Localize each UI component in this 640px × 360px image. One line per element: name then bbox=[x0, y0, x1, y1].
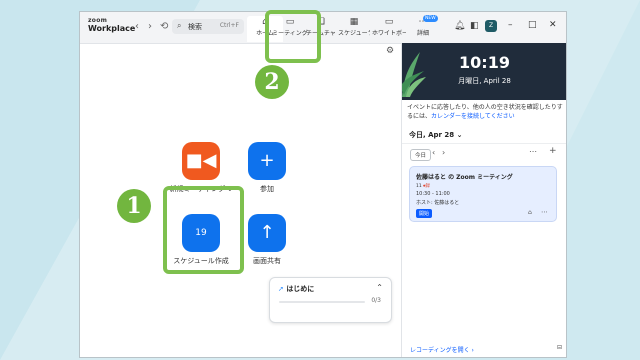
progress-count: 0/3 bbox=[371, 297, 381, 304]
meeting-more-icon[interactable]: ⋯ bbox=[541, 208, 548, 216]
search-input[interactable]: ⌕ 検索 Ctrl+F bbox=[172, 19, 244, 34]
forward-button[interactable]: › bbox=[148, 21, 152, 32]
getting-started-title: はじめに bbox=[286, 285, 315, 293]
start-meeting-button[interactable]: 開始 bbox=[416, 209, 433, 218]
date-header[interactable]: 今日, Apr 28 ⌄ bbox=[409, 130, 462, 140]
title-bar: zoom Workplace ‹ › ⟲ ⌕ 検索 Ctrl+F ⌂ ホーム ▭… bbox=[80, 12, 566, 44]
today-button[interactable]: 今日 bbox=[410, 149, 432, 161]
step-1-marker: 1 bbox=[117, 189, 151, 223]
divider bbox=[402, 143, 566, 144]
meeting-time: 10:30 - 11:00 bbox=[416, 191, 450, 197]
tag-icon[interactable]: ⌂ bbox=[528, 209, 532, 216]
meeting-title: 佐藤はると の Zoom ミーティング bbox=[416, 174, 513, 181]
tab-whiteboard[interactable]: ▭ ホワイトボード bbox=[372, 16, 406, 42]
search-icon: ⌕ bbox=[177, 21, 182, 30]
calendar-sidebar: 10:19 月曜日, April 28 イベントに応答したり、他の人の空き状況を… bbox=[401, 43, 566, 357]
avatar[interactable]: Z bbox=[485, 20, 497, 32]
highlight-schedule-button bbox=[163, 186, 244, 274]
calendar-icon: ▦ bbox=[349, 17, 359, 27]
minimize-button[interactable]: – bbox=[508, 20, 513, 30]
connect-calendar-link[interactable]: カレンダーを接続してください bbox=[431, 113, 515, 120]
recordings-icon[interactable]: ⊟ bbox=[557, 344, 562, 351]
clock-banner: 10:19 月曜日, April 28 bbox=[402, 43, 566, 100]
back-button[interactable]: ‹ bbox=[135, 21, 139, 32]
prev-day-icon[interactable]: ‹ bbox=[432, 148, 435, 157]
bell-icon[interactable]: 🔔︎ bbox=[454, 21, 465, 31]
video-camera-icon: ■◀ bbox=[182, 142, 220, 180]
chevron-up-icon[interactable]: ⌃ bbox=[376, 283, 383, 292]
meeting-card[interactable]: 佐藤はると の Zoom ミーティング 11 ⏺録 10:30 - 11:00 … bbox=[409, 166, 557, 222]
whiteboard-icon: ▭ bbox=[384, 17, 394, 27]
calendar-connect-info: イベントに応答したり、他の人の空き状況を確認したりするには、カレンダーを接続して… bbox=[407, 104, 563, 120]
progress-bar bbox=[279, 301, 365, 303]
meeting-host: ホスト: 佐藤はると bbox=[416, 200, 460, 206]
clock-time: 10:19 bbox=[459, 53, 510, 72]
join-button[interactable]: + 参加 bbox=[231, 142, 303, 194]
meeting-day: 11 bbox=[416, 184, 422, 189]
more-options-icon[interactable]: ⋯ bbox=[529, 147, 537, 156]
next-day-icon[interactable]: › bbox=[442, 148, 445, 157]
panel-icon[interactable]: ◧ bbox=[470, 21, 479, 31]
highlight-meetings-tab bbox=[265, 10, 321, 63]
maximize-button[interactable]: □ bbox=[528, 20, 537, 30]
close-button[interactable]: ✕ bbox=[549, 20, 557, 30]
rocket-icon: ➚ bbox=[278, 285, 284, 293]
clock-date: 月曜日, April 28 bbox=[458, 77, 511, 85]
zoom-logo: zoom Workplace bbox=[88, 17, 136, 33]
zoom-window: zoom Workplace ‹ › ⟲ ⌕ 検索 Ctrl+F ⌂ ホーム ▭… bbox=[79, 11, 567, 358]
step-2-marker: 2 bbox=[255, 65, 289, 99]
plus-icon: + bbox=[248, 142, 286, 180]
share-up-icon: ↑ bbox=[248, 214, 286, 252]
gear-icon[interactable]: ⚙ bbox=[386, 46, 394, 56]
new-badge: NEW bbox=[423, 15, 438, 22]
tab-scheduler[interactable]: ▦ スケジューラー bbox=[338, 16, 370, 42]
open-recordings-link[interactable]: レコーディングを開く › bbox=[410, 345, 474, 354]
add-event-icon[interactable]: + bbox=[549, 146, 557, 156]
recording-mark: ⏺録 bbox=[423, 184, 430, 189]
history-icon[interactable]: ⟲ bbox=[160, 21, 168, 32]
getting-started-card[interactable]: ➚ はじめに ⌃ 0/3 bbox=[269, 277, 392, 323]
